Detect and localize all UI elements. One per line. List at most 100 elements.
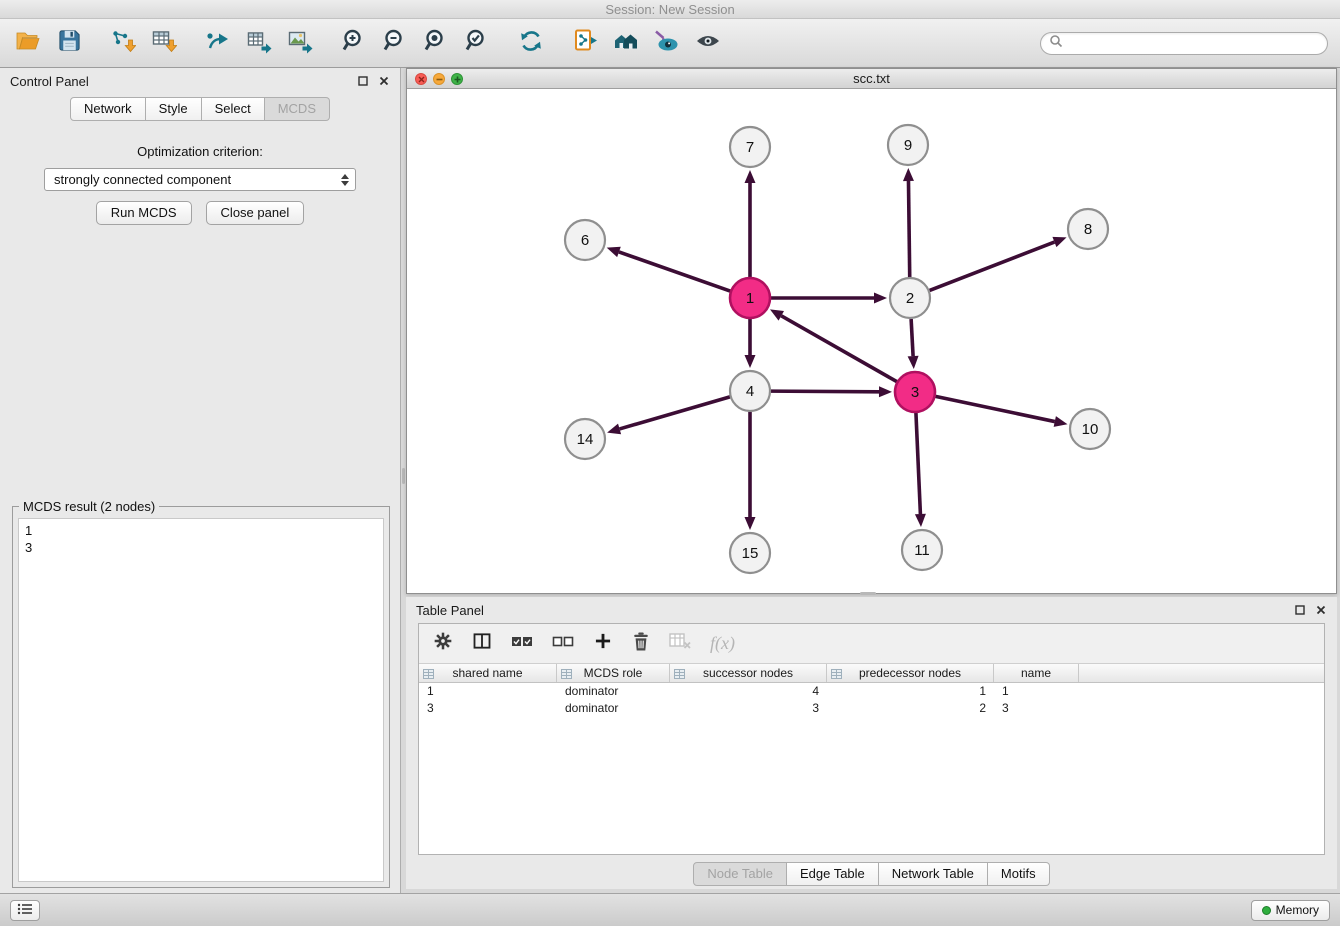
cell-successor-nodes[interactable]: 4 [670,683,827,700]
mcds-result-item[interactable]: 3 [25,539,377,556]
delete-table-button[interactable] [669,630,691,658]
cell-shared-name[interactable]: 3 [419,700,557,717]
graph-node-label-6: 6 [581,232,589,249]
zoom-in-icon [341,28,367,59]
unselect-all-button[interactable] [552,630,574,658]
graph-edge-4-3[interactable] [771,391,879,392]
network-window-title: scc.txt [853,71,890,86]
horizontal-splitter-grip[interactable] [860,592,876,595]
table-settings-button[interactable] [433,630,453,658]
eye-icon [695,28,721,59]
status-bar: Memory [0,893,1340,926]
graph-node-label-1: 1 [746,290,754,307]
add-column-button[interactable] [593,630,613,658]
zoom-out-button[interactable] [379,26,411,60]
tab-edge-table[interactable]: Edge Table [787,862,879,886]
table-panel: Table Panel [406,597,1337,889]
graph-edge-3-11[interactable] [916,413,920,514]
network-window-close-button[interactable] [415,73,427,85]
graph-edge-arrowhead [745,170,756,183]
function-builder-button[interactable]: f(x) [710,630,735,658]
cell-successor-nodes[interactable]: 3 [670,700,827,717]
run-mcds-button[interactable]: Run MCDS [96,201,192,225]
graph-edge-2-3[interactable] [911,319,913,356]
task-history-button[interactable] [10,900,40,921]
export-network-button[interactable] [202,26,234,60]
show-style-button[interactable] [651,26,683,60]
tab-select[interactable]: Select [202,97,265,121]
dropdown-stepper-icon [336,174,353,186]
delete-table-icon [669,632,691,655]
cell-predecessor-nodes[interactable]: 1 [827,683,994,700]
save-session-button[interactable] [53,26,85,60]
node-table: f(x) shared name MCDS role successor nod… [418,623,1325,855]
show-column-button[interactable] [472,630,492,658]
graph-edge-2-8[interactable] [930,242,1055,290]
column-header-shared-name[interactable]: shared name [419,664,557,682]
optimization-criterion-dropdown[interactable]: strongly connected component [44,168,356,191]
tab-motifs[interactable]: Motifs [988,862,1050,886]
open-session-button[interactable] [12,26,44,60]
show-graphics-details-button[interactable] [692,26,724,60]
import-network-button[interactable] [107,26,139,60]
table-row[interactable]: 1 dominator 4 1 1 [419,683,1324,700]
panel-splitter-grip[interactable] [402,468,405,484]
mcds-result-list[interactable]: 1 3 [18,518,384,882]
graph-edge-4-14[interactable] [620,397,730,429]
optimization-criterion-label: Optimization criterion: [0,144,400,159]
table-panel-close-button[interactable] [1315,604,1327,616]
graph-edge-3-1[interactable] [781,316,896,382]
network-window-minimize-button[interactable] [433,73,445,85]
cell-mcds-role[interactable]: dominator [557,683,670,700]
graph-edge-1-6[interactable] [619,252,730,291]
cell-predecessor-nodes[interactable]: 2 [827,700,994,717]
memory-button[interactable]: Memory [1251,900,1330,921]
tab-network[interactable]: Network [70,97,146,121]
home-view-button[interactable] [610,26,642,60]
zoom-fit-button[interactable] [420,26,452,60]
tab-style[interactable]: Style [146,97,202,121]
delete-column-button[interactable] [632,630,650,658]
graph-node-label-4: 4 [746,383,754,400]
select-all-button[interactable] [511,630,533,658]
search-input[interactable] [1067,36,1319,50]
table-panel-float-button[interactable] [1294,604,1306,616]
column-header-mcds-role[interactable]: MCDS role [557,664,670,682]
import-table-button[interactable] [148,26,180,60]
graph-edge-2-9[interactable] [908,181,909,277]
main-toolbar [0,19,1340,68]
cell-name[interactable]: 3 [994,700,1079,717]
cell-shared-name[interactable]: 1 [419,683,557,700]
control-panel-float-button[interactable] [357,75,369,87]
cell-name[interactable]: 1 [994,683,1079,700]
zoom-out-icon [382,28,408,59]
column-header-name[interactable]: name [994,664,1079,682]
network-document-button[interactable] [569,26,601,60]
tab-node-table[interactable]: Node Table [693,862,787,886]
column-header-predecessor-nodes[interactable]: predecessor nodes [827,664,994,682]
control-panel-close-button[interactable] [378,75,390,87]
zoom-in-button[interactable] [338,26,370,60]
tab-network-table[interactable]: Network Table [879,862,988,886]
columns-icon [472,631,492,656]
tab-mcds[interactable]: MCDS [265,97,330,121]
network-canvas[interactable]: 7968124314101511 [407,89,1336,593]
network-window-zoom-button[interactable] [451,73,463,85]
search-field[interactable] [1040,32,1328,55]
mcds-result-item[interactable]: 1 [25,522,377,539]
table-row[interactable]: 3 dominator 3 2 3 [419,700,1324,717]
control-panel-title: Control Panel [10,74,89,89]
cell-mcds-role[interactable]: dominator [557,700,670,717]
graph-node-label-2: 2 [906,290,914,307]
export-table-button[interactable] [243,26,275,60]
unchecked-boxes-icon [552,633,574,654]
memory-button-label: Memory [1276,903,1319,917]
import-network-icon [110,28,136,59]
graph-edge-arrowhead [745,355,756,368]
export-image-button[interactable] [284,26,316,60]
close-panel-button[interactable]: Close panel [206,201,305,225]
graph-edge-3-10[interactable] [936,396,1055,421]
column-header-successor-nodes[interactable]: successor nodes [670,664,827,682]
zoom-selected-button[interactable] [461,26,493,60]
apply-layout-button[interactable] [515,26,547,60]
